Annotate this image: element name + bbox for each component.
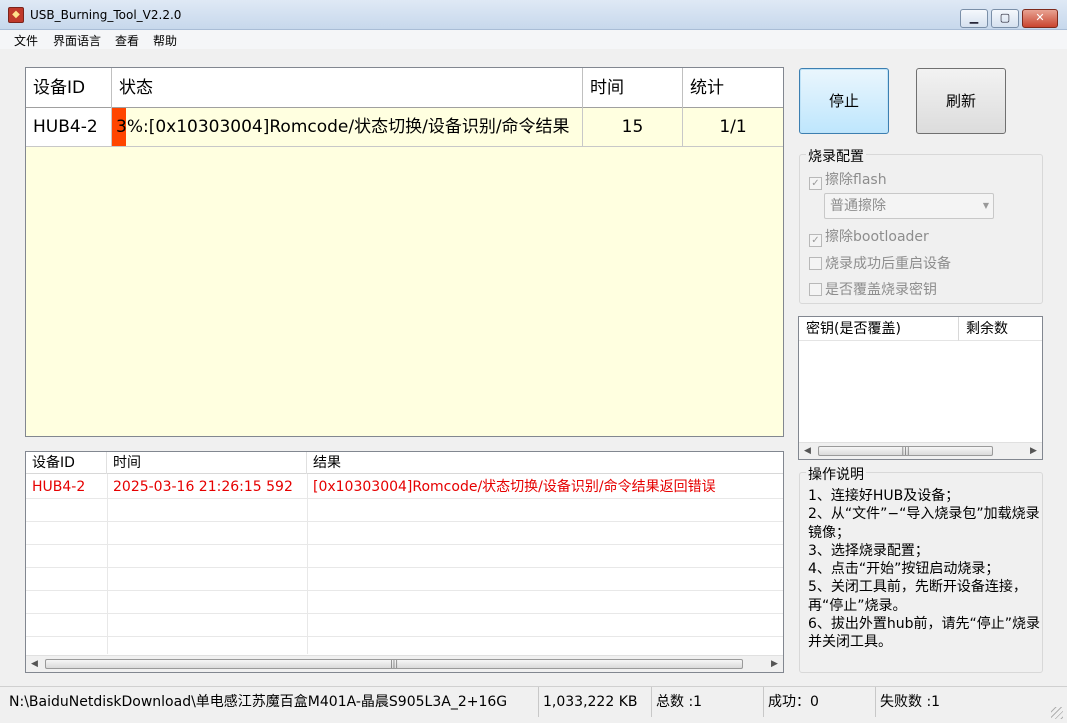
header-time[interactable]: 时间	[583, 68, 683, 108]
status-success: 成功：0	[764, 687, 876, 717]
log-table[interactable]: 设备ID 时间 结果 HUB4-2 2025-03-16 21:26:15 59…	[25, 451, 784, 673]
reboot-after-checkbox[interactable]: 烧录成功后重启设备	[809, 253, 951, 273]
log-grid	[26, 474, 783, 654]
log-header-device-id[interactable]: 设备ID	[26, 452, 107, 474]
key-horizontal-scrollbar[interactable]: ◀ ||| ▶	[799, 442, 1042, 459]
minimize-icon: ▁	[969, 11, 979, 24]
grid-line	[26, 521, 783, 522]
erase-flash-label: 擦除flash	[825, 172, 887, 188]
header-status[interactable]: 状态	[112, 68, 583, 108]
row-device-id: HUB4-2	[26, 108, 112, 146]
grid-line	[26, 590, 783, 591]
row-stats: 1/1	[683, 108, 783, 146]
log-table-header: 设备ID 时间 结果	[26, 452, 783, 474]
window-title: USB_Burning_Tool_V2.2.0	[30, 8, 182, 22]
row-status-cell: 3%:[0x10303004]Romcode/状态切换/设备识别/命令结果	[112, 108, 583, 146]
log-horizontal-scrollbar[interactable]: ◀ ||| ▶	[26, 655, 783, 672]
checkbox-checked-icon: ✓	[809, 234, 822, 247]
log-row-time[interactable]: 2025-03-16 21:26:15 592	[107, 476, 293, 498]
resize-grip-icon[interactable]	[1051, 707, 1063, 719]
erase-mode-select[interactable]: 普通擦除 ▼	[824, 193, 994, 219]
burn-config-title: 烧录配置	[806, 146, 866, 166]
maximize-icon: ▢	[999, 11, 1011, 24]
menu-language[interactable]: 界面语言	[53, 32, 101, 49]
checkbox-empty-icon	[809, 283, 822, 296]
grid-line	[26, 567, 783, 568]
instructions-title: 操作说明	[806, 464, 866, 484]
grid-line	[107, 474, 108, 654]
instruction-line: 4、点击“开始”按钮启动烧录；	[808, 561, 1000, 578]
app-icon: ◆	[8, 7, 24, 23]
grid-line	[26, 613, 783, 614]
row-status-text: 3%:[0x10303004]Romcode/状态切换/设备识别/命令结果	[116, 117, 570, 137]
header-stats[interactable]: 统计	[683, 68, 783, 108]
menu-bar: 文件 界面语言 查看 帮助	[0, 30, 1067, 49]
row-time: 15	[583, 108, 683, 146]
menu-view[interactable]: 查看	[115, 32, 139, 49]
scroll-right-icon[interactable]: ▶	[766, 656, 783, 672]
key-header-remaining[interactable]: 剩余数	[959, 317, 1042, 341]
checkbox-checked-icon: ✓	[809, 177, 822, 190]
key-header-key[interactable]: 密钥(是否覆盖)	[799, 317, 959, 341]
log-row-result[interactable]: [0x10303004]Romcode/状态切换/设备识别/命令结果返回错误	[307, 476, 716, 498]
checkbox-empty-icon	[809, 257, 822, 270]
instruction-line: 5、关闭工具前，先断开设备连接，再“停止”烧录。	[808, 579, 1027, 614]
reboot-after-label: 烧录成功后重启设备	[825, 256, 951, 272]
overwrite-key-checkbox[interactable]: 是否覆盖烧录密钥	[809, 279, 937, 299]
grid-line	[307, 474, 308, 654]
header-device-id[interactable]: 设备ID	[26, 68, 112, 108]
status-total: 总数 :1	[652, 687, 764, 717]
scroll-thumb[interactable]: |||	[45, 659, 743, 669]
instruction-line: 1、连接好HUB及设备；	[808, 488, 960, 504]
log-header-result[interactable]: 结果	[307, 452, 783, 474]
stop-button[interactable]: 停止	[799, 68, 889, 134]
title-bar[interactable]: ◆ USB_Burning_Tool_V2.2.0 ▁ ▢ ✕	[0, 0, 1067, 30]
scroll-thumb[interactable]: |||	[818, 446, 993, 456]
scroll-right-icon[interactable]: ▶	[1025, 443, 1042, 459]
status-file-size: 1,033,222 KB	[539, 687, 652, 717]
menu-file[interactable]: 文件	[14, 32, 38, 49]
erase-flash-checkbox[interactable]: ✓ 擦除flash	[809, 169, 887, 190]
grid-line	[26, 636, 783, 637]
status-failed: 失败数 :1	[880, 694, 941, 710]
status-file-path: N:\BaiduNetdiskDownload\单电感江苏魔百盒M401A-晶晨…	[5, 687, 539, 717]
instruction-line: 6、拔出外置hub前，请先“停止”烧录并关闭工具。	[808, 616, 1041, 651]
overwrite-key-label: 是否覆盖烧录密钥	[825, 282, 937, 298]
maximize-button[interactable]: ▢	[991, 9, 1019, 28]
log-row-device-id[interactable]: HUB4-2	[26, 476, 85, 498]
instructions-text: 1、连接好HUB及设备； 2、从“文件”−“导入烧录包”加载烧录镜像； 3、选择…	[808, 487, 1043, 652]
minimize-button[interactable]: ▁	[960, 9, 988, 28]
erase-mode-value: 普通擦除	[830, 198, 886, 214]
erase-bootloader-label: 擦除bootloader	[825, 229, 929, 245]
instruction-line: 3、选择烧录配置；	[808, 542, 929, 559]
device-table-header: 设备ID 状态 时间 统计	[26, 68, 783, 108]
dropdown-arrow-icon: ▼	[982, 201, 989, 210]
grid-line	[26, 498, 783, 499]
menu-help[interactable]: 帮助	[153, 32, 177, 49]
scroll-left-icon[interactable]: ◀	[26, 656, 43, 672]
status-bar: N:\BaiduNetdiskDownload\单电感江苏魔百盒M401A-晶晨…	[0, 686, 1067, 723]
refresh-button[interactable]: 刷新	[916, 68, 1006, 134]
close-button[interactable]: ✕	[1022, 9, 1058, 28]
close-icon: ✕	[1035, 11, 1045, 24]
instruction-line: 2、从“文件”−“导入烧录包”加载烧录镜像；	[808, 506, 1040, 541]
grid-line	[26, 544, 783, 545]
key-list[interactable]: 密钥(是否覆盖) 剩余数 ◀ ||| ▶	[798, 316, 1043, 460]
log-header-time[interactable]: 时间	[107, 452, 307, 474]
scroll-left-icon[interactable]: ◀	[799, 443, 816, 459]
erase-bootloader-checkbox[interactable]: ✓ 擦除bootloader	[809, 226, 929, 247]
device-table[interactable]: 设备ID 状态 时间 统计 HUB4-2 3%:[0x10303004]Romc…	[25, 67, 784, 437]
table-row[interactable]: HUB4-2 3%:[0x10303004]Romcode/状态切换/设备识别/…	[26, 108, 783, 147]
